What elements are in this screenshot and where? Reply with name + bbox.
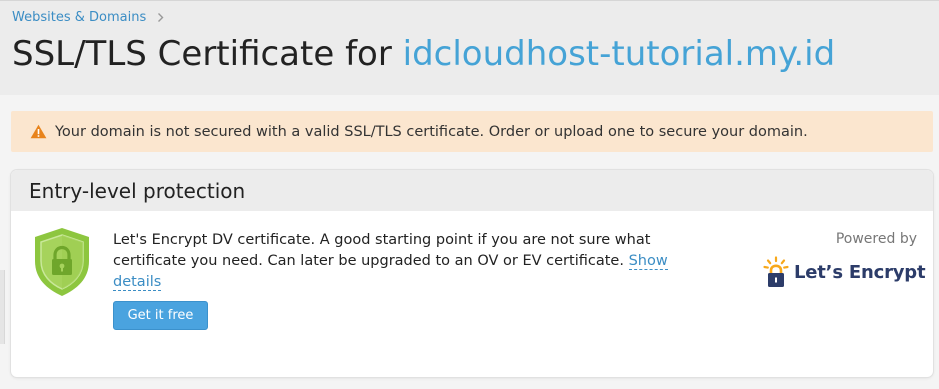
warning-icon [30, 124, 47, 139]
breadcrumb-link-websites-domains[interactable]: Websites & Domains [12, 10, 146, 25]
page-title-domain: idcloudhost-tutorial.my.id [402, 34, 836, 74]
breadcrumb: Websites & Domains [12, 10, 166, 25]
powered-by-label: Powered by [835, 231, 917, 247]
card-header: Entry-level protection [11, 170, 933, 211]
side-panel-edge [0, 270, 5, 344]
chevron-right-icon [158, 13, 164, 22]
lets-encrypt-logo: Let’s Encrypt [763, 256, 926, 288]
get-it-free-button[interactable]: Get it free [113, 301, 208, 330]
page-header: Websites & Domains SSL/TLS Certificate f… [0, 0, 939, 95]
card-title: Entry-level protection [29, 178, 246, 203]
lets-encrypt-lock-icon [763, 256, 789, 287]
alert-message: Your domain is not secured with a valid … [55, 123, 808, 140]
entry-level-card: Entry-level protection Let's Encrypt DV … [11, 170, 933, 377]
lets-encrypt-logo-text: Let’s Encrypt [794, 261, 926, 283]
shield-lock-icon [35, 228, 89, 296]
certificate-description: Let's Encrypt DV certificate. A good sta… [113, 230, 673, 293]
page-title-prefix: SSL/TLS Certificate for [12, 34, 403, 74]
description-text: Let's Encrypt DV certificate. A good sta… [113, 232, 651, 269]
page-title: SSL/TLS Certificate for idcloudhost-tuto… [12, 34, 835, 74]
warning-alert: Your domain is not secured with a valid … [11, 111, 933, 152]
